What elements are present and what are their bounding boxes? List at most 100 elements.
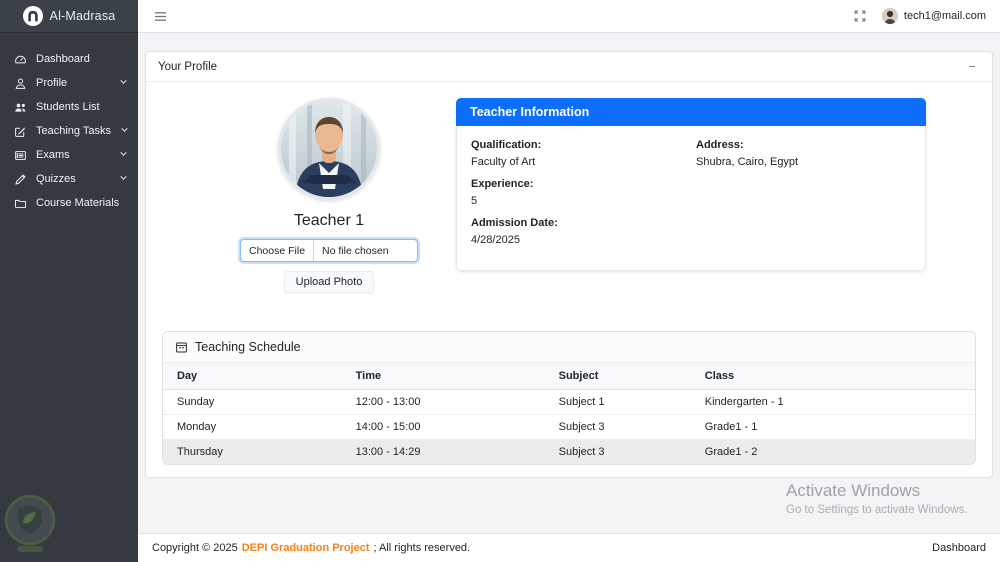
person-icon <box>14 77 27 90</box>
choose-file-button[interactable]: Choose File <box>241 240 315 261</box>
field-label: Admission Date: <box>471 217 558 229</box>
user-menu[interactable]: tech1@mail.com <box>881 8 986 24</box>
sidebar-nav: Dashboard Profile Students List Teaching… <box>0 33 138 215</box>
page-title: Your Profile <box>158 60 218 73</box>
collapse-card-button[interactable]: − <box>964 60 980 73</box>
field-value: Faculty of Art <box>471 156 536 168</box>
footer-version-label: Dashboard <box>932 542 986 554</box>
field-value: 4/28/2025 <box>471 234 520 246</box>
column-header-time: Time <box>341 363 545 390</box>
watermark-title: Activate Windows <box>786 481 921 500</box>
hamburger-icon <box>154 11 167 22</box>
teacher-information-card: Teacher Information Qualification: Facul… <box>456 98 926 271</box>
user-email: tech1@mail.com <box>903 10 986 22</box>
windows-activation-watermark: Activate Windows Go to Settings to activ… <box>786 481 968 516</box>
chevron-down-icon <box>120 125 129 137</box>
sidebar-item-label: Students List <box>36 101 100 113</box>
table-row[interactable]: Thursday 13:00 - 14:29 Subject 3 Grade1 … <box>163 439 975 464</box>
content-area: Your Profile − Teacher 1 Choose File No … <box>138 33 1000 533</box>
fullscreen-icon <box>854 10 866 22</box>
sidebar-item-label: Teaching Tasks <box>36 125 112 137</box>
cell-day: Monday <box>163 414 342 440</box>
cell-day: Sunday <box>163 389 342 415</box>
chevron-down-icon <box>119 149 128 161</box>
table-row[interactable]: Monday 14:00 - 15:00 Subject 3 Grade1 - … <box>163 414 975 440</box>
sidebar-item-label: Exams <box>36 149 70 161</box>
pencil-square-icon <box>14 125 27 138</box>
cell-subject: Subject 1 <box>544 389 691 415</box>
brand-logo-icon <box>22 6 43 26</box>
column-header-class: Class <box>690 363 975 390</box>
folder-icon <box>14 197 27 210</box>
table-row[interactable]: Sunday 12:00 - 13:00 Subject 1 Kindergar… <box>163 389 975 415</box>
sidebar-item-label: Dashboard <box>36 53 90 65</box>
cell-subject: Subject 3 <box>544 439 691 464</box>
field-label: Qualification: <box>471 139 542 151</box>
sidebar-item-profile[interactable]: Profile <box>0 71 138 95</box>
teacher-name: Teacher 1 <box>293 212 365 229</box>
info-right-column: Address: Shubra, Cairo, Egypt <box>696 139 911 256</box>
people-icon <box>14 101 27 114</box>
dashboard-icon <box>14 53 27 66</box>
sidebar-item-course-materials[interactable]: Course Materials <box>0 191 138 215</box>
copyright-text: Copyright © 2025 <box>152 542 238 554</box>
chevron-down-icon <box>119 173 128 185</box>
info-field: Qualification: Faculty of Art <box>471 139 686 168</box>
watermark-subtitle: Go to Settings to activate Windows. <box>786 504 968 516</box>
brand-name: Al-Madrasa <box>49 9 116 23</box>
cell-time: 14:00 - 15:00 <box>341 414 545 440</box>
cell-class: Kindergarten - 1 <box>690 389 975 415</box>
upload-photo-button[interactable]: Upload Photo <box>283 271 375 293</box>
footer: Copyright © 2025 DEPI Graduation Project… <box>138 533 1000 562</box>
sidebar-item-label: Quizzes <box>36 173 76 185</box>
sidebar-item-exams[interactable]: Exams <box>0 143 138 167</box>
cell-day: Thursday <box>163 439 342 464</box>
user-avatar <box>881 8 898 24</box>
main-area: tech1@mail.com Your Profile − Teacher 1 … <box>138 0 1000 562</box>
cell-subject: Subject 3 <box>544 414 691 440</box>
field-label: Experience: <box>471 178 534 190</box>
project-link[interactable]: DEPI Graduation Project <box>242 542 370 554</box>
teacher-photo-section: Teacher 1 Choose File No file chosen Upl… <box>162 98 456 293</box>
cell-time: 12:00 - 13:00 <box>341 389 545 415</box>
column-header-subject: Subject <box>544 363 691 390</box>
teaching-schedule-title: Teaching Schedule <box>195 340 301 354</box>
your-profile-card-header: Your Profile − <box>146 52 992 82</box>
sidebar-item-label: Course Materials <box>36 197 120 209</box>
table-header-row: Day Time Subject Class <box>163 363 975 390</box>
field-value: Shubra, Cairo, Egypt <box>696 156 799 168</box>
teacher-photo <box>278 98 380 200</box>
brand-link[interactable]: Al-Madrasa <box>0 0 138 33</box>
teacher-info-section: Teacher Information Qualification: Facul… <box>456 98 926 271</box>
cell-class: Grade1 - 2 <box>690 439 975 464</box>
your-profile-card: Your Profile − Teacher 1 Choose File No … <box>145 51 993 478</box>
info-left-column: Qualification: Faculty of Art Experience… <box>471 139 686 256</box>
teaching-schedule-header: Teaching Schedule <box>163 332 975 363</box>
recorder-logo-watermark <box>1 493 59 560</box>
info-field: Admission Date: 4/28/2025 <box>471 217 686 246</box>
pencil-icon <box>14 173 27 186</box>
cell-time: 13:00 - 14:29 <box>341 439 545 464</box>
teaching-schedule-table: Day Time Subject Class Sunday 12:00 - 13… <box>163 363 975 464</box>
sidebar-item-label: Profile <box>36 77 68 89</box>
photo-file-input[interactable]: Choose File No file chosen <box>240 239 418 262</box>
sidebar: Al-Madrasa Dashboard Profile Students Li… <box>0 0 138 562</box>
file-chosen-status: No file chosen <box>322 244 389 257</box>
sidebar-item-students-list[interactable]: Students List <box>0 95 138 119</box>
sidebar-item-dashboard[interactable]: Dashboard <box>0 47 138 71</box>
rights-text: ; All rights reserved. <box>373 542 471 554</box>
chevron-down-icon <box>119 77 128 89</box>
cell-class: Grade1 - 1 <box>690 414 975 440</box>
your-profile-card-body: Teacher 1 Choose File No file chosen Upl… <box>146 82 992 477</box>
sidebar-toggle-button[interactable] <box>152 9 169 24</box>
field-value: 5 <box>471 195 478 207</box>
teaching-schedule-card: Teaching Schedule Day Time Subject Class <box>162 331 976 465</box>
sidebar-item-quizzes[interactable]: Quizzes <box>0 167 138 191</box>
sidebar-item-teaching-tasks[interactable]: Teaching Tasks <box>0 119 138 143</box>
field-label: Address: <box>696 139 744 151</box>
teacher-information-title: Teacher Information <box>456 98 926 126</box>
info-field: Experience: 5 <box>471 178 686 207</box>
info-field: Address: Shubra, Cairo, Egypt <box>696 139 911 168</box>
fullscreen-button[interactable] <box>852 8 868 24</box>
topbar: tech1@mail.com <box>138 0 1000 33</box>
